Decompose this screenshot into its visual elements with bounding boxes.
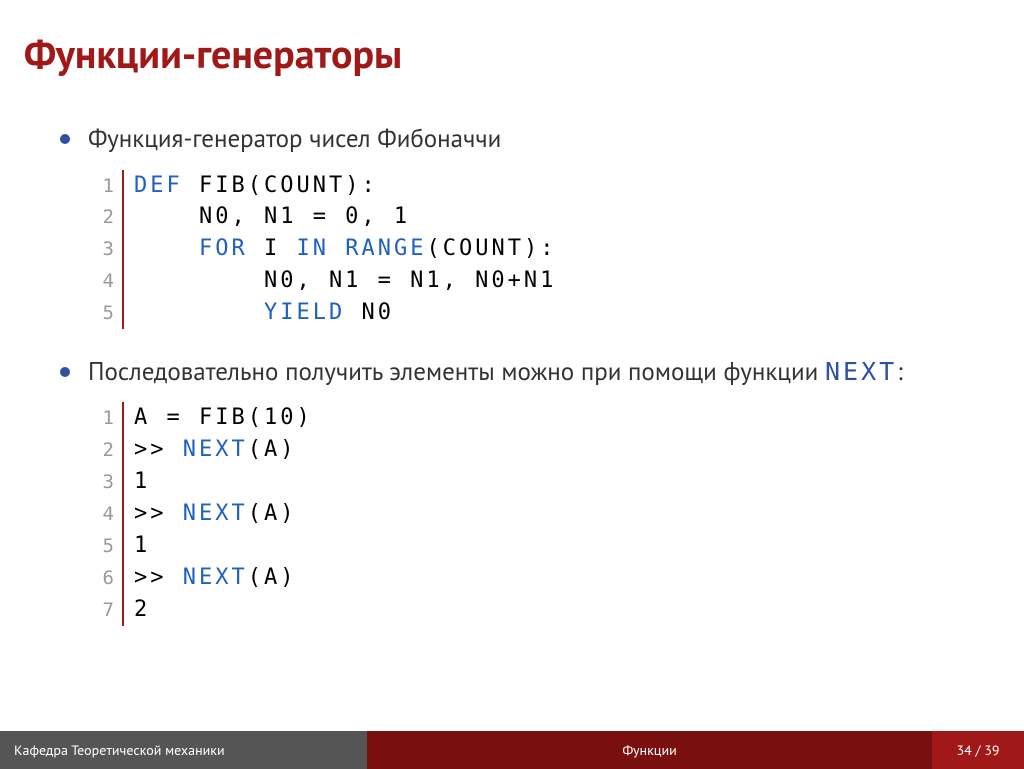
code-line: 1 DEF FIB(COUNT): <box>88 170 964 202</box>
line-number: 6 <box>88 565 114 593</box>
line-number: 5 <box>88 533 114 561</box>
bullet-icon <box>60 367 70 377</box>
code-content: 1 <box>122 466 150 498</box>
code-content: N0, N1 = 0, 1 <box>122 201 410 233</box>
code-content: N0, N1 = N1, N0+N1 <box>122 265 556 297</box>
line-number: 3 <box>88 236 114 264</box>
code-line: 1 A = FIB(10) <box>88 402 964 434</box>
code-line: 4 N0, N1 = N1, N0+N1 <box>88 265 964 297</box>
bullet-text-prefix: Последовательно получить элементы можно … <box>88 355 825 387</box>
footer-department: Кафедра Теоретической механики <box>0 731 367 769</box>
footer-section: Функции <box>367 731 932 769</box>
line-number: 1 <box>88 173 114 201</box>
line-number: 2 <box>88 204 114 232</box>
code-line: 51 <box>88 530 964 562</box>
line-number: 1 <box>88 405 114 433</box>
code-line: 2 >> NEXT(A) <box>88 434 964 466</box>
code-line: 2 N0, N1 = 0, 1 <box>88 201 964 233</box>
line-number: 3 <box>88 469 114 497</box>
code-content: >> NEXT(A) <box>122 498 296 530</box>
code-content: 2 <box>122 594 150 626</box>
code-line: 6 >> NEXT(A) <box>88 562 964 594</box>
code-block-1: 1DEF FIB(COUNT):2 N0, N1 = 0, 13 FOR I I… <box>88 170 964 329</box>
line-number: 2 <box>88 437 114 465</box>
bullet-text-suffix: : <box>897 355 902 387</box>
code-block-2: 1A = FIB(10)2>> NEXT(A)314>> NEXT(A)516>… <box>88 402 964 625</box>
code-content: >> NEXT(A) <box>122 434 296 466</box>
code-content: FOR I IN RANGE(COUNT): <box>122 233 556 265</box>
line-number: 4 <box>88 501 114 529</box>
code-content: A = FIB(10) <box>122 402 313 434</box>
code-content: DEF FIB(COUNT): <box>122 170 378 202</box>
footer: Кафедра Теоретической механики Функции 3… <box>0 731 1024 769</box>
line-number: 7 <box>88 597 114 625</box>
code-line: 5 YIELD N0 <box>88 297 964 329</box>
bullet-item-1: Функция-генератор чисел Фибоначчи <box>60 120 964 158</box>
code-line: 3 FOR I IN RANGE(COUNT): <box>88 233 964 265</box>
slide-title: Функции-генераторы <box>0 0 1024 90</box>
bullet-icon <box>60 134 70 144</box>
code-content: 1 <box>122 530 150 562</box>
bullet-text: Последовательно получить элементы можно … <box>88 353 964 391</box>
code-line: 72 <box>88 594 964 626</box>
inline-code-next: NEXT <box>825 357 897 386</box>
footer-page-number: 34 / 39 <box>932 731 1024 769</box>
line-number: 5 <box>88 300 114 328</box>
code-line: 31 <box>88 466 964 498</box>
slide-content: Функция-генератор чисел Фибоначчи 1 DEF F… <box>0 90 1024 626</box>
code-line: 4 >> NEXT(A) <box>88 498 964 530</box>
bullet-item-2: Последовательно получить элементы можно … <box>60 353 964 391</box>
code-content: YIELD N0 <box>122 297 394 329</box>
line-number: 4 <box>88 268 114 296</box>
code-content: >> NEXT(A) <box>122 562 296 594</box>
bullet-text: Функция-генератор чисел Фибоначчи <box>88 120 964 158</box>
